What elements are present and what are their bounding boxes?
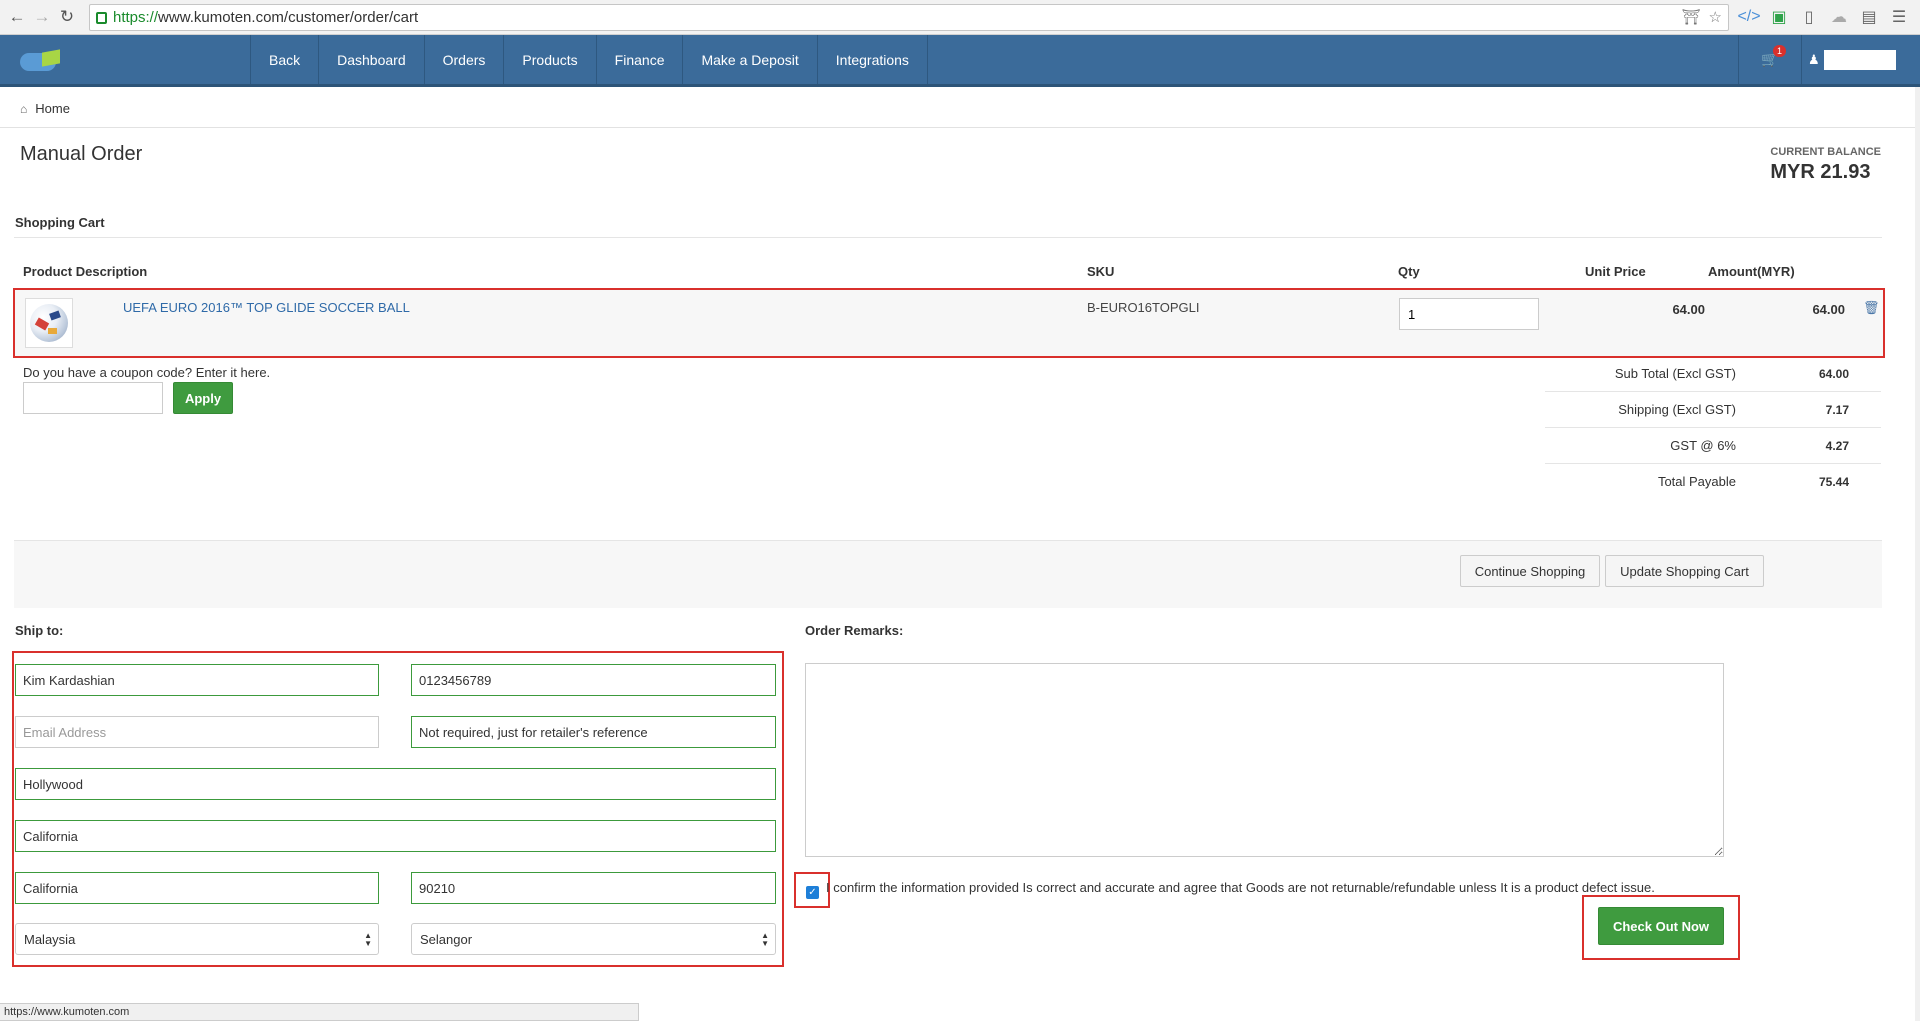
breadcrumb-home[interactable]: Home — [35, 101, 70, 116]
unit-price: 64.00 — [1672, 302, 1705, 317]
lock-icon — [96, 12, 107, 24]
total-payable-value: 75.44 — [1818, 475, 1849, 489]
order-totals: Sub Total (Excl GST) 64.00 Shipping (Exc… — [1545, 356, 1881, 500]
totals-row-gst: GST @ 6% 4.27 — [1545, 428, 1881, 464]
order-remarks-textarea[interactable] — [805, 663, 1724, 857]
confirm-checkbox[interactable]: ✓ — [806, 886, 819, 899]
user-icon: ♟ — [1808, 51, 1820, 67]
menu-back[interactable]: Back — [251, 35, 320, 84]
continue-shopping-button[interactable]: Continue Shopping — [1460, 555, 1600, 587]
checkout-highlight: Check Out Now — [1582, 895, 1740, 960]
balance-label: CURRENT BALANCE — [1770, 146, 1881, 158]
check-out-now-button[interactable]: Check Out Now — [1598, 907, 1724, 945]
app-header: Back Dashboard Orders Products Finance M… — [0, 35, 1920, 87]
cart-actions-bar: Continue Shopping Update Shopping Cart — [14, 540, 1882, 608]
product-sku: B-EURO16TOPGLI — [1087, 300, 1200, 315]
shield-icon[interactable]: ⛩ — [1682, 8, 1701, 26]
divider — [14, 237, 1882, 238]
quantity-input[interactable] — [1399, 298, 1539, 330]
totals-row-subtotal: Sub Total (Excl GST) 64.00 — [1545, 356, 1881, 392]
url-host: www.kumoten.com — [158, 8, 284, 26]
main-menu: Back Dashboard Orders Products Finance M… — [250, 35, 928, 84]
menu-finance[interactable]: Finance — [597, 35, 684, 84]
shipping-value: 7.17 — [1825, 403, 1849, 417]
user-menu[interactable]: ♟ — [1802, 35, 1896, 84]
subtotal-value: 64.00 — [1818, 367, 1849, 381]
bookmark-star-icon[interactable]: ☆ — [1709, 8, 1722, 26]
header-amount: Amount(MYR) — [1708, 264, 1795, 279]
header-product-description: Product Description — [23, 264, 148, 279]
forward-arrow-icon[interactable]: → — [31, 6, 53, 28]
menu-make-a-deposit[interactable]: Make a Deposit — [683, 35, 818, 84]
header-unit-price: Unit Price — [1585, 264, 1646, 279]
address-line1-field[interactable] — [15, 768, 776, 800]
totals-row-total: Total Payable 75.44 — [1545, 464, 1881, 500]
total-payable-label: Total Payable — [1657, 474, 1736, 489]
address-bar[interactable]: https:// www.kumoten.com /customer/order… — [89, 3, 1729, 31]
reload-icon[interactable]: ↻ — [56, 6, 78, 28]
state-value: Selangor — [420, 931, 473, 947]
browser-toolbar: ← → ↻ https:// www.kumoten.com /customer… — [0, 0, 1920, 35]
coupon-input[interactable] — [23, 382, 163, 414]
cart-count-badge: 1 — [1773, 45, 1787, 57]
subtotal-label: Sub Total (Excl GST) — [1614, 366, 1736, 381]
postcode-field[interactable] — [411, 872, 776, 904]
ship-to-heading: Ship to: — [15, 623, 64, 638]
email-field[interactable] — [15, 716, 379, 748]
film-extension-icon[interactable]: ▤ — [1859, 8, 1879, 26]
menu-dashboard[interactable]: Dashboard — [319, 35, 425, 84]
product-thumbnail — [25, 298, 73, 348]
state-select[interactable]: Selangor ▲ ▼ — [411, 923, 776, 955]
address-line2-field[interactable] — [15, 820, 776, 852]
home-icon: ⌂ — [20, 101, 28, 116]
gst-value: 4.27 — [1825, 439, 1849, 453]
cloud-extension-icon[interactable]: ☁ — [1829, 8, 1849, 26]
shopping-cart-heading: Shopping Cart — [15, 215, 105, 230]
menu-orders[interactable]: Orders — [425, 35, 505, 84]
header-qty: Qty — [1398, 264, 1420, 279]
menu-products[interactable]: Products — [504, 35, 597, 84]
country-select[interactable]: Malaysia ▲ ▼ — [15, 923, 379, 955]
line-amount: 64.00 — [1812, 302, 1845, 317]
page-title: Manual Order — [20, 143, 143, 165]
shipping-label: Shipping (Excl GST) — [1618, 402, 1736, 417]
table-row: UEFA EURO 2016™ TOP GLIDE SOCCER BALL B-… — [13, 288, 1885, 358]
menu-icon[interactable]: ☰ — [1889, 8, 1909, 26]
balance-value: MYR 21.93 — [1770, 161, 1871, 183]
kumoten-logo[interactable] — [20, 49, 64, 73]
order-remarks-heading: Order Remarks: — [805, 623, 904, 638]
confirm-text: I confirm the information provided Is co… — [826, 880, 1655, 895]
city-field[interactable] — [15, 872, 379, 904]
phone-extension-icon[interactable]: ▯ — [1799, 8, 1819, 26]
url-scheme: https:// — [113, 8, 159, 26]
breadcrumb: ⌂ Home — [0, 90, 1915, 128]
current-balance: CURRENT BALANCE MYR 21.93 — [1770, 146, 1881, 184]
ship-to-form: Malaysia ▲▼ Selangor ▲▼ — [12, 651, 784, 967]
select-arrows-icon: ▲ ▼ — [364, 931, 372, 948]
header-sku: SKU — [1087, 264, 1115, 279]
trash-icon[interactable]: 🗑 — [1863, 300, 1880, 316]
reference-field[interactable] — [411, 716, 776, 748]
username-box — [1823, 49, 1896, 70]
product-link[interactable]: UEFA EURO 2016™ TOP GLIDE SOCCER BALL — [123, 300, 410, 315]
code-extension-icon[interactable]: </> — [1737, 8, 1760, 26]
back-arrow-icon[interactable]: ← — [6, 6, 28, 28]
update-shopping-cart-button[interactable]: Update Shopping Cart — [1605, 555, 1764, 587]
url-path: /customer/order/cart — [283, 8, 419, 26]
confirm-checkbox-highlight: ✓ — [794, 872, 830, 908]
select-arrows-icon: ▲ ▼ — [761, 931, 769, 948]
country-value: Malaysia — [24, 931, 76, 947]
scrollbar[interactable] — [1915, 87, 1920, 1021]
menu-integrations[interactable]: Integrations — [818, 35, 928, 84]
coupon-label: Do you have a coupon code? Enter it here… — [23, 365, 271, 380]
apply-coupon-button[interactable]: Apply — [173, 382, 233, 414]
cart-button[interactable]: 🛒 1 — [1738, 35, 1802, 84]
evernote-extension-icon[interactable]: ▣ — [1769, 8, 1789, 26]
gst-label: GST @ 6% — [1670, 438, 1736, 453]
recipient-name-field[interactable] — [15, 664, 379, 696]
phone-field[interactable] — [411, 664, 776, 696]
status-bar-url: https://www.kumoten.com — [0, 1003, 639, 1021]
totals-row-shipping: Shipping (Excl GST) 7.17 — [1545, 392, 1881, 428]
